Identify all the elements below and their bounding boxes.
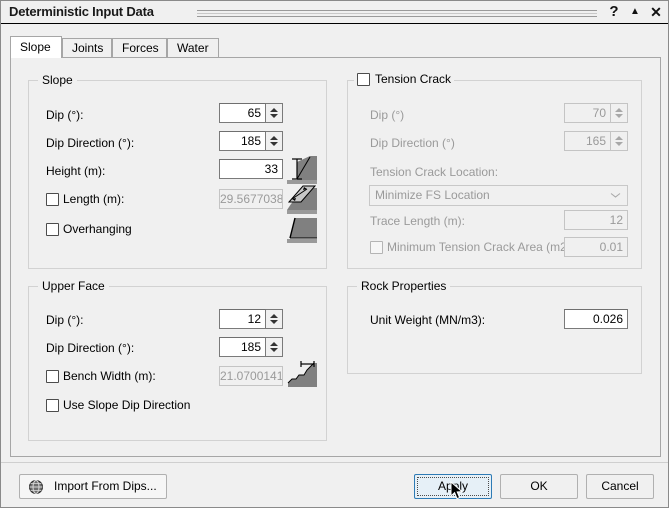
- slope-overhanging-checkbox[interactable]: [46, 223, 59, 236]
- slope-height-input[interactable]: 33: [219, 159, 283, 179]
- slope-dip-direction-label: Dip Direction (°):: [46, 136, 135, 150]
- ok-button[interactable]: OK: [500, 474, 578, 499]
- trace-length-label: Trace Length (m):: [370, 214, 465, 228]
- upper-face-dip-direction-input[interactable]: 185: [219, 337, 266, 357]
- slope-overhanging-label: Overhanging: [63, 222, 132, 236]
- slope-dip-spinner[interactable]: [266, 103, 283, 123]
- tension-crack-location-value: Minimize FS Location: [375, 188, 490, 202]
- use-slope-dip-direction-label: Use Slope Dip Direction: [63, 398, 191, 412]
- slope-length-input[interactable]: 29.5677038: [219, 189, 283, 209]
- close-icon[interactable]: ✕: [647, 3, 665, 21]
- focus-rectangle: [417, 477, 489, 496]
- tension-crack-location-label: Tension Crack Location:: [370, 165, 499, 179]
- slope-overhanging-diagram-icon: [287, 214, 317, 244]
- tension-crack-dip-direction-spinner[interactable]: [611, 131, 628, 151]
- tension-crack-location-select[interactable]: Minimize FS Location: [369, 185, 628, 206]
- tension-crack-dip-spinner[interactable]: [611, 103, 628, 123]
- title-divider: [1, 23, 668, 24]
- tension-crack-group-legend-wrap: Tension Crack: [354, 72, 455, 86]
- import-from-dips-label: Import From Dips...: [54, 479, 157, 493]
- upper-face-group: Upper Face Dip (°): 12 Dip Direction (°)…: [28, 279, 327, 441]
- slope-height-label: Height (m):: [46, 164, 106, 178]
- unit-weight-label: Unit Weight (MN/m3):: [370, 313, 486, 327]
- slope-dip-label: Dip (°):: [46, 108, 84, 122]
- tension-crack-dip-input[interactable]: 70: [564, 103, 611, 123]
- cancel-button-label: Cancel: [601, 479, 639, 493]
- slope-group: Slope Dip (°): 65 Dip Direction (°): 185…: [28, 73, 327, 269]
- tab-strip: Slope Joints Forces Water: [10, 36, 661, 58]
- slope-dip-direction-input[interactable]: 185: [219, 131, 266, 151]
- title-bar: Deterministic Input Data ? ▲ ✕: [1, 1, 668, 24]
- window-title: Deterministic Input Data: [9, 4, 154, 19]
- tension-crack-group-legend: Tension Crack: [375, 72, 452, 86]
- upper-face-dip-direction-spinner[interactable]: [266, 337, 283, 357]
- chevron-down-icon: [611, 193, 620, 199]
- minimum-tension-crack-area-input[interactable]: 0.01: [564, 237, 628, 257]
- tension-crack-dip-label: Dip (°): [370, 108, 405, 122]
- help-icon[interactable]: ?: [605, 3, 623, 21]
- upper-face-dip-spinner[interactable]: [266, 309, 283, 329]
- slope-length-label: Length (m):: [63, 192, 125, 206]
- upper-face-group-legend: Upper Face: [38, 279, 109, 293]
- minimum-tension-crack-area-checkbox[interactable]: [370, 241, 383, 254]
- rock-properties-group: Rock Properties Unit Weight (MN/m3): 0.0…: [347, 279, 642, 374]
- tension-crack-dip-direction-input[interactable]: 165: [564, 131, 611, 151]
- rock-properties-group-legend: Rock Properties: [357, 279, 451, 293]
- slope-length-diagram-icon: [287, 184, 317, 214]
- tab-joints[interactable]: Joints: [62, 38, 112, 57]
- slope-dip-direction-spinner[interactable]: [266, 131, 283, 151]
- trace-length-input[interactable]: 12: [564, 210, 628, 230]
- collapse-icon[interactable]: ▲: [626, 3, 644, 21]
- slope-group-legend: Slope: [38, 73, 77, 87]
- use-slope-dip-direction-checkbox[interactable]: [46, 399, 59, 412]
- deterministic-input-data-dialog: Deterministic Input Data ? ▲ ✕ Slope Joi…: [0, 0, 669, 508]
- slope-dip-input[interactable]: 65: [219, 103, 266, 123]
- bench-width-diagram-icon: [287, 360, 317, 390]
- import-from-dips-button[interactable]: Import From Dips...: [19, 474, 167, 499]
- dialog-button-bar: Import From Dips... Apply OK Cancel: [1, 462, 668, 507]
- slope-height-diagram-icon: [287, 154, 317, 184]
- cancel-button[interactable]: Cancel: [586, 474, 654, 499]
- ok-button-label: OK: [530, 479, 548, 493]
- bench-width-label: Bench Width (m):: [63, 369, 156, 383]
- upper-face-dip-label: Dip (°):: [46, 313, 84, 327]
- bench-width-input[interactable]: 21.0700141: [219, 366, 283, 386]
- tension-crack-dip-direction-label: Dip Direction (°): [370, 136, 455, 150]
- upper-face-dip-input[interactable]: 12: [219, 309, 266, 329]
- globe-icon: [28, 479, 44, 495]
- tab-slope[interactable]: Slope: [10, 36, 62, 58]
- tab-water[interactable]: Water: [167, 38, 219, 57]
- apply-button[interactable]: Apply: [414, 474, 492, 499]
- slope-tab-page: Slope Dip (°): 65 Dip Direction (°): 185…: [10, 57, 661, 457]
- title-grip-lines: [197, 10, 597, 17]
- tension-crack-enable-checkbox[interactable]: [357, 72, 370, 86]
- upper-face-dip-direction-label: Dip Direction (°):: [46, 341, 135, 355]
- tab-forces[interactable]: Forces: [112, 38, 167, 57]
- bench-width-checkbox[interactable]: [46, 370, 59, 383]
- tension-crack-group: Tension Crack Dip (°) 70 Dip Direction (…: [347, 72, 642, 269]
- slope-length-checkbox[interactable]: [46, 193, 59, 206]
- unit-weight-input[interactable]: 0.026: [564, 309, 628, 329]
- minimum-tension-crack-area-label: Minimum Tension Crack Area (m2):: [387, 240, 575, 254]
